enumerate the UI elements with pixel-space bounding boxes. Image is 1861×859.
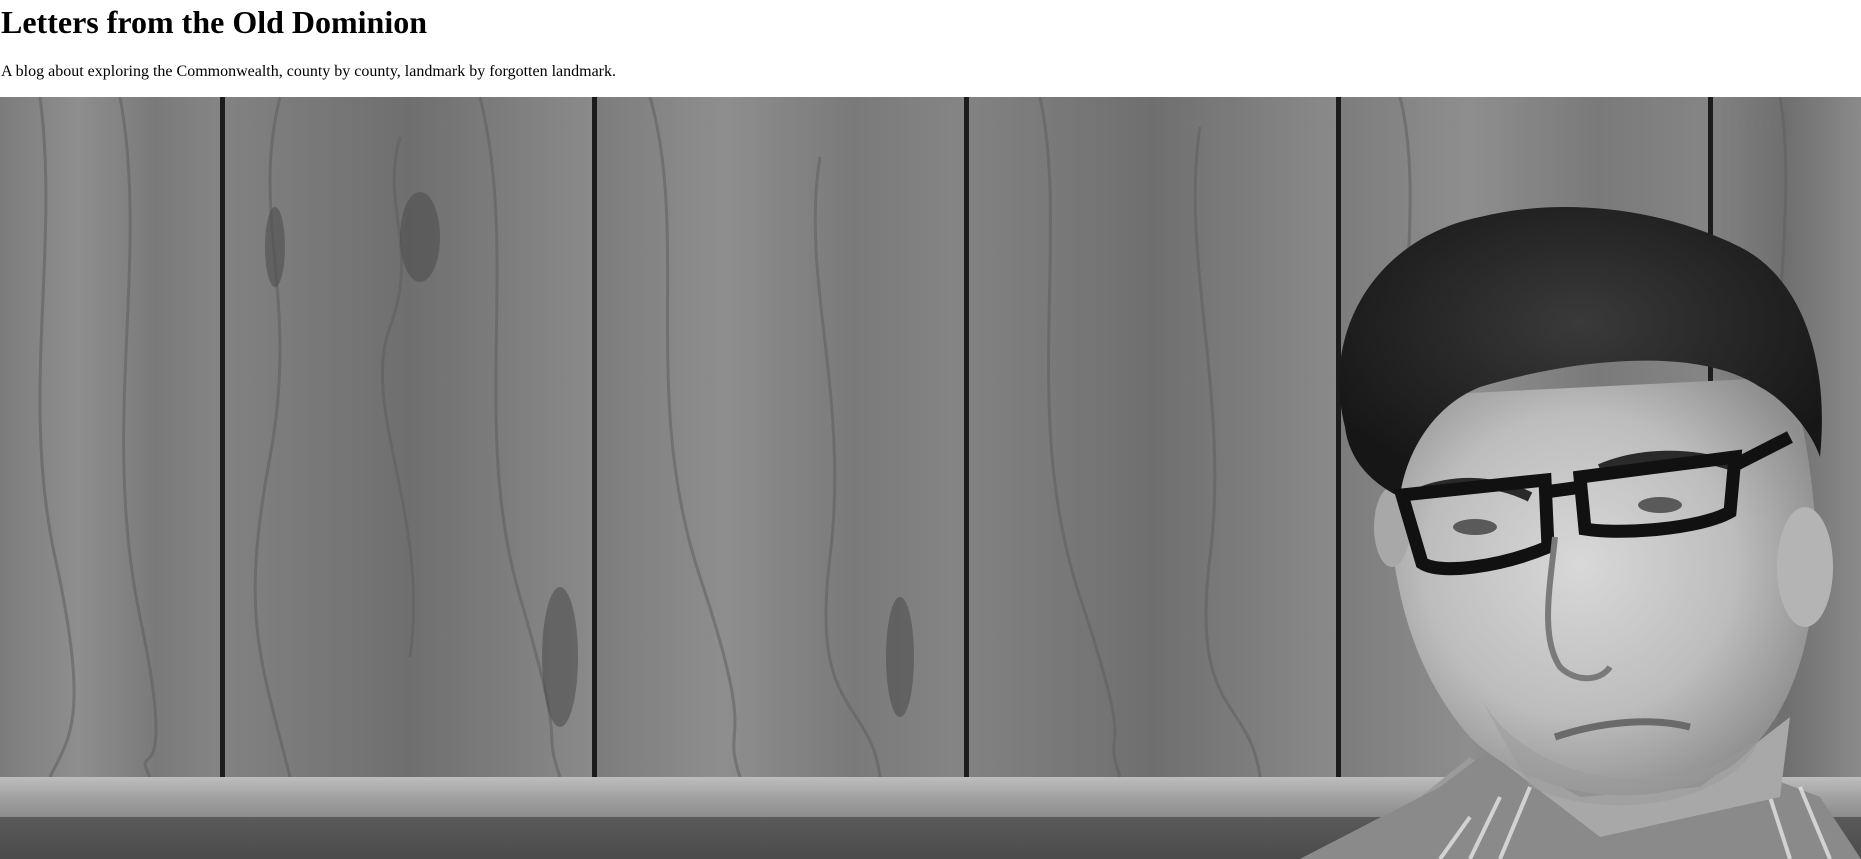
- site-title[interactable]: Letters from the Old Dominion: [1, 2, 427, 42]
- hero-image: [0, 97, 1861, 859]
- hero-photo: [0, 97, 1861, 859]
- site-tagline: A blog about exploring the Commonwealth,…: [1, 63, 616, 80]
